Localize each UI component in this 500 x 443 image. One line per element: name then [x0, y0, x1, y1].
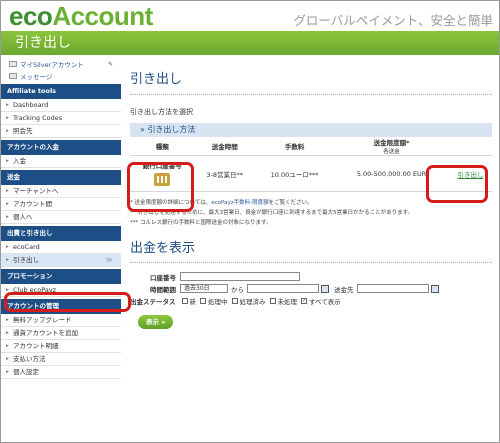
sidebar-section-promotion: プロモーション [1, 269, 121, 284]
withdrawals-heading: 出金を表示 [130, 241, 196, 256]
account-label: 口座番号 [150, 273, 176, 282]
divider-2 [130, 262, 492, 263]
highlight-sidebar-withdraw [4, 292, 131, 312]
highlight-withdraw-link [426, 165, 488, 203]
sidebar-item-to-merchant[interactable]: マーチャントへ [1, 185, 121, 198]
sidebar-item-dashboard[interactable]: Dashboard [1, 99, 121, 112]
filter-form: 口座番号 時間範囲 過去30日 から 送金先 出金ステータス 新 処理中 処理済… [130, 271, 492, 329]
calendar-icon[interactable] [321, 284, 329, 293]
from-date-input[interactable] [247, 284, 319, 293]
period-label: 時間範囲 [150, 285, 176, 294]
note-3: *** コルレス銀行の手数料と国際送金の対象になります。 [130, 220, 272, 226]
fee-cell: 10.00ユーロ*** [255, 155, 335, 192]
to-label: 送金先 [334, 285, 354, 294]
to-date-input[interactable] [356, 284, 429, 293]
sidebar-item-free-upgrade[interactable]: 無料アップグレード [1, 314, 121, 327]
col-limit-label: 送金限度額* [373, 139, 410, 147]
col-limit: 送金限度額* 各送金 [334, 137, 449, 156]
from-label: から [231, 285, 244, 294]
methods-table-title: » 引き出し方法 [130, 123, 492, 137]
active-chevron-icon: ≫ [105, 256, 113, 264]
sidebar-section-spend-withdraw: 出費と引き出し [1, 226, 121, 241]
col-action [448, 137, 492, 156]
sidebar-item-tracking-codes[interactable]: Tracking Codes [1, 112, 121, 125]
status-processing-label: 処理中 [208, 297, 228, 306]
user-icon [9, 61, 17, 67]
sidebar-item-between-accounts[interactable]: アカウント間 [1, 198, 121, 211]
time-cell: 3-8営業日** [194, 155, 256, 192]
sidebar-item-withdraw[interactable]: 引き出し ≫ [1, 254, 121, 267]
period-select[interactable]: 過去30日 [180, 284, 228, 293]
my-account-link[interactable]: マイSilverアカウント ✎ [1, 58, 121, 70]
status-processing-checkbox[interactable] [200, 297, 206, 304]
logo-account: Account [52, 1, 153, 31]
period-row: 時間範囲 過去30日 から 送金先 [130, 283, 492, 294]
status-new-label: 新 [189, 297, 197, 306]
account-select[interactable] [180, 272, 300, 281]
sidebar-item-personal-settings[interactable]: 個人設定 [1, 366, 121, 379]
divider [130, 94, 492, 95]
account-row: 口座番号 [130, 271, 492, 282]
sidebar-item-deposit[interactable]: 入金 [1, 155, 121, 168]
messages-label: メッセージ [20, 73, 53, 81]
messages-link[interactable]: メッセージ [1, 70, 121, 82]
header: ecoAccount グローバルペイメント、安全と簡単 [1, 1, 499, 31]
status-unprocessed-checkbox[interactable] [269, 297, 276, 304]
fees-limits-link[interactable]: ecoPayz手数料-限度額 [211, 200, 268, 206]
status-all-label: すべて表示 [309, 297, 341, 306]
status-row: 出金ステータス 新 処理中 処理済み 未処理 すべて表示 [130, 295, 492, 306]
calendar-icon-2[interactable] [430, 284, 439, 293]
sidebar-item-payment-methods[interactable]: 支払い方法 [1, 353, 121, 366]
status-processed-label: 処理済み [239, 297, 266, 306]
status-label: 出金ステータス [130, 297, 176, 306]
edit-icon[interactable]: ✎ [108, 61, 113, 68]
sidebar-item-ecocard[interactable]: ecoCard [1, 241, 121, 254]
sidebar-item-to-person[interactable]: 個人へ [1, 211, 121, 224]
page-title: 引き出し [1, 31, 499, 55]
status-processed-checkbox[interactable] [231, 297, 238, 304]
my-account-label: マイSilverアカウント [20, 61, 84, 69]
status-unprocessed-label: 未処理 [277, 297, 298, 306]
sidebar-item-withdraw-label: 引き出し [13, 256, 39, 264]
col-fee: 手数料 [255, 137, 335, 156]
show-button[interactable]: 表示 » [138, 315, 174, 329]
col-type: 種類 [130, 137, 195, 156]
sidebar-section-deposit: アカウントの入金 [1, 140, 121, 155]
sidebar-item-referrals[interactable]: 照会先 [1, 125, 121, 138]
sidebar-section-transfer: 送金 [1, 170, 121, 185]
select-method-text: 引き出し方法を選択 [130, 108, 193, 116]
sidebar: マイSilverアカウント ✎ メッセージ Affiliate tools Da… [1, 58, 121, 442]
col-time: 送金時間 [194, 137, 256, 156]
main-heading: 引き出し [130, 72, 183, 87]
highlight-method [127, 162, 194, 212]
sidebar-item-statement[interactable]: アカウント明細 [1, 340, 121, 353]
status-all-checkbox[interactable] [301, 297, 307, 304]
tagline: グローバルペイメント、安全と簡単 [293, 13, 493, 28]
logo-eco: eco [9, 1, 53, 31]
status-new-checkbox[interactable] [181, 297, 188, 304]
sidebar-item-add-currency[interactable]: 通貨アカウントを追加 [1, 327, 121, 340]
note-1-tail: をご覧ください。 [268, 200, 313, 206]
sidebar-section-affiliate: Affiliate tools [1, 84, 121, 99]
col-limit-sub: 各送金 [383, 149, 400, 155]
ecoaccount-logo[interactable]: ecoAccount [9, 2, 153, 30]
envelope-icon [9, 73, 17, 79]
